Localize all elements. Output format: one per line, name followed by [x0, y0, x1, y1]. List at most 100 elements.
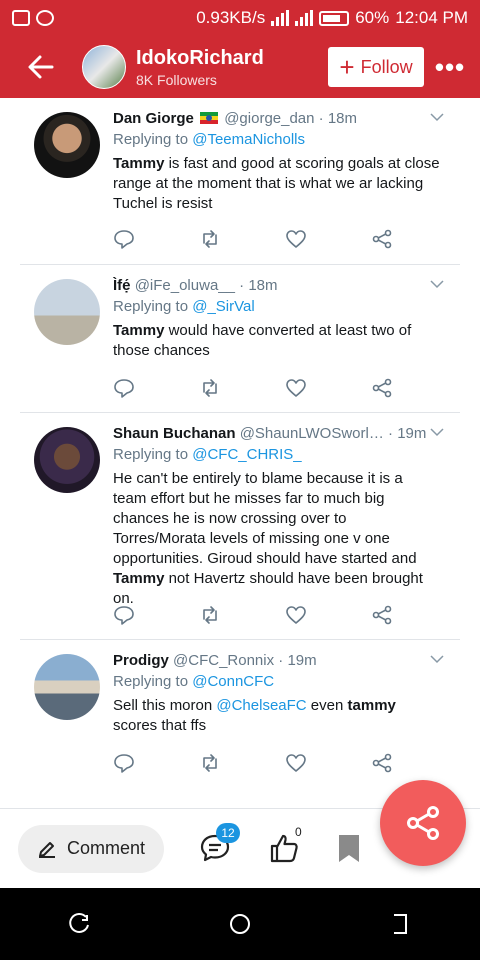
heart-icon [286, 230, 306, 248]
follow-button[interactable]: + Follow [328, 47, 424, 87]
tweet-actions [113, 602, 457, 628]
reply-mention-link[interactable]: @_SirVal [192, 298, 254, 315]
comment-button[interactable]: Comment [18, 824, 164, 873]
tweet-time: · 19m [388, 425, 427, 442]
replies-feed: Dan Giorge @giorge_dan · 18m Replying to… [0, 98, 480, 808]
battery-level: 60% [355, 8, 390, 27]
chevron-down-icon[interactable] [430, 425, 444, 439]
retweet-icon [203, 606, 217, 624]
home-icon[interactable] [227, 911, 253, 937]
user-avatar[interactable] [34, 654, 100, 720]
retweet-icon [203, 754, 217, 772]
reply-button[interactable] [113, 602, 199, 628]
like-button[interactable] [285, 226, 371, 252]
share-button[interactable] [371, 750, 457, 776]
signal-icon [271, 10, 290, 26]
author-name[interactable]: Prodigy [113, 652, 169, 669]
user-avatar[interactable] [34, 427, 100, 493]
follow-label: Follow [360, 56, 413, 77]
share-icon [372, 229, 392, 249]
like-button[interactable] [285, 602, 371, 628]
clock: 12:04 PM [395, 8, 468, 27]
tweet-actions [113, 375, 457, 401]
replying-prefix: Replying to [113, 298, 189, 315]
tweet-actions [113, 750, 457, 776]
share-button[interactable] [371, 375, 457, 401]
battery-icon [319, 10, 350, 26]
like-button[interactable] [285, 750, 371, 776]
share-icon [372, 605, 392, 625]
tweet-text-pre: He can't be entirely to blame because it… [113, 470, 417, 567]
arrow-left-icon [28, 55, 54, 79]
status-bar: 0.93KB/s 60% 12:04 PM [0, 0, 480, 36]
share-icon [372, 753, 392, 773]
followers-count: 8K Followers [136, 71, 217, 88]
chevron-down-icon[interactable] [430, 652, 444, 666]
reply-button[interactable] [113, 375, 199, 401]
author-name[interactable]: Ìfẹ́ [113, 277, 131, 294]
author-handle: @giorge_dan [224, 110, 315, 127]
like-post-button[interactable]: 0 [268, 825, 304, 867]
bookmark-icon [339, 834, 359, 862]
replying-to: Replying to @CFC_CHRIS_ [113, 446, 440, 463]
profile-avatar[interactable] [82, 45, 126, 89]
tweet-time: · 18m [318, 110, 358, 127]
back-icon[interactable] [387, 911, 413, 937]
tweet-header: Ìfẹ́ @iFe_oluwa__ · 18m [113, 277, 440, 294]
highlight-keyword: Tammy [113, 155, 165, 172]
highlight-keyword: Tammy [113, 570, 165, 587]
tweet-text-rest: scores that ffs [113, 717, 207, 734]
retweet-button[interactable] [199, 602, 285, 628]
highlight-keyword: Tammy [113, 322, 165, 339]
mention-link[interactable]: @ChelseaFC [216, 697, 306, 714]
network-speed: 0.93KB/s [196, 8, 266, 27]
reply-icon [114, 754, 134, 773]
tweet-card[interactable]: Prodigy @CFC_Ronnix · 19m Replying to @C… [20, 640, 460, 808]
chevron-down-icon[interactable] [430, 277, 444, 291]
more-options-button[interactable]: ••• [424, 52, 476, 83]
author-name[interactable]: Dan Giorge [113, 110, 194, 127]
retweet-icon [203, 379, 217, 397]
reply-button[interactable] [113, 750, 199, 776]
comment-label: Comment [66, 838, 146, 858]
bookmark-button[interactable] [332, 831, 368, 867]
reply-mention-link[interactable]: @TeemaNicholls [192, 131, 305, 148]
chevron-down-icon[interactable] [430, 110, 444, 124]
tweet-text: Sell this moron @ChelseaFC even tammy sc… [113, 696, 440, 736]
author-name[interactable]: Shaun Buchanan [113, 425, 236, 442]
profile-name: IdokoRichard [136, 46, 264, 69]
comment-count-badge: 12 [216, 822, 240, 843]
share-button[interactable] [371, 602, 457, 628]
author-handle: @ShaunLWOSworl… [239, 425, 384, 442]
back-button[interactable] [26, 52, 56, 82]
reply-icon [114, 379, 134, 398]
reply-button[interactable] [113, 226, 199, 252]
reply-icon [114, 606, 134, 625]
retweet-button[interactable] [199, 226, 285, 252]
user-avatar[interactable] [34, 112, 100, 178]
tweet-header: Dan Giorge @giorge_dan · 18m [113, 110, 440, 127]
like-count: 0 [295, 824, 302, 839]
tweet-time: · 19m [278, 652, 317, 669]
recent-apps-icon[interactable] [67, 911, 93, 937]
reply-mention-link[interactable]: @CFC_CHRIS_ [192, 446, 301, 463]
replying-prefix: Replying to [113, 446, 189, 463]
tweet-actions [113, 226, 457, 252]
retweet-button[interactable] [199, 375, 285, 401]
tweet-card[interactable]: Dan Giorge @giorge_dan · 18m Replying to… [20, 98, 460, 265]
pencil-icon [38, 841, 55, 858]
reply-mention-link[interactable]: @ConnCFC [192, 673, 274, 690]
tweet-text: Tammy is fast and good at scoring goals … [113, 154, 440, 214]
ethiopia-flag-icon [200, 112, 219, 124]
comments-count-button[interactable]: 12 [198, 822, 240, 867]
user-avatar[interactable] [34, 279, 100, 345]
tweet-text-mid: even [306, 697, 348, 714]
retweet-button[interactable] [199, 750, 285, 776]
share-button[interactable] [371, 226, 457, 252]
like-button[interactable] [285, 375, 371, 401]
app-bar: IdokoRichard 8K Followers + Follow ••• [0, 36, 480, 98]
tweet-card[interactable]: Shaun Buchanan @ShaunLWOSworl… · 19m Rep… [20, 413, 460, 640]
tweet-card[interactable]: Ìfẹ́ @iFe_oluwa__ · 18m Replying to @_Si… [20, 265, 460, 413]
share-fab[interactable] [380, 780, 466, 866]
share-icon [407, 806, 439, 840]
